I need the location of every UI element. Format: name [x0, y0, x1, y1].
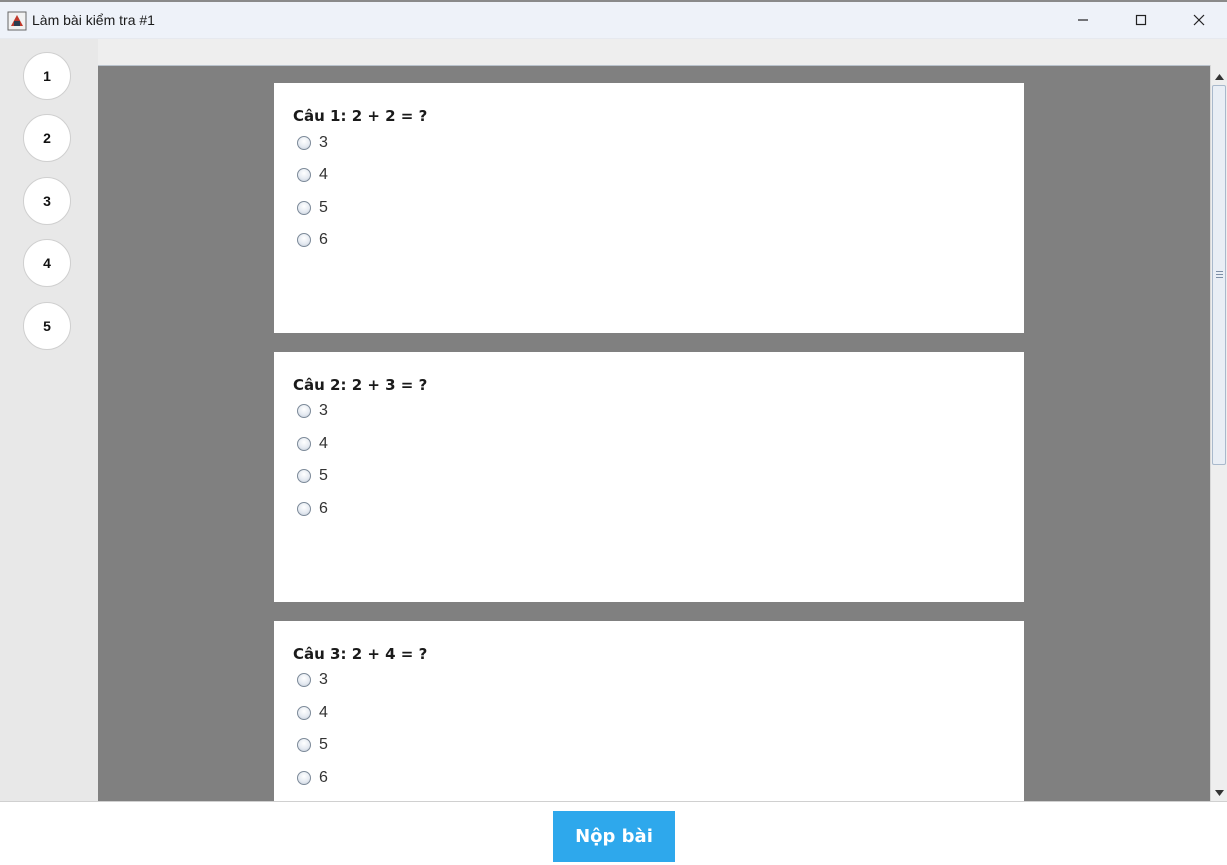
answer-label: 3 [319, 134, 328, 151]
question-card-2: Câu 2: 2 + 3 = ? 3 4 5 6 [274, 352, 1024, 602]
nav-question-1-button[interactable]: 1 [23, 52, 71, 100]
close-button[interactable] [1170, 2, 1227, 38]
answer-option[interactable]: 3 [297, 670, 328, 690]
answer-option[interactable]: 3 [297, 401, 328, 421]
answer-label: 3 [319, 402, 328, 419]
question-navigator: 1 2 3 4 5 [0, 39, 98, 801]
nav-question-5-button[interactable]: 5 [23, 302, 71, 350]
radio-button[interactable] [297, 404, 311, 418]
java-app-icon [7, 11, 27, 31]
answer-option[interactable]: 6 [297, 499, 328, 519]
radio-button[interactable] [297, 201, 311, 215]
answer-option[interactable]: 3 [297, 133, 328, 153]
nav-question-4-button[interactable]: 4 [23, 239, 71, 287]
window-title: Làm bài kiểm tra #1 [32, 12, 155, 28]
arrow-up-icon [1214, 65, 1224, 84]
radio-button[interactable] [297, 168, 311, 182]
answer-option[interactable]: 5 [297, 466, 328, 486]
footer-bar: Nộp bài [0, 801, 1227, 865]
questions-scroll-area[interactable]: Câu 1: 2 + 2 = ? 3 4 5 6 Câu 2: 2 + 3 = … [98, 65, 1210, 801]
vertical-scrollbar[interactable] [1210, 65, 1227, 801]
radio-button[interactable] [297, 673, 311, 687]
title-bar: Làm bài kiểm tra #1 [0, 2, 1227, 39]
nav-question-2-button[interactable]: 2 [23, 114, 71, 162]
scroll-down-button[interactable] [1211, 781, 1227, 799]
answer-label: 6 [319, 500, 328, 517]
question-card-1: Câu 1: 2 + 2 = ? 3 4 5 6 [274, 83, 1024, 333]
scrollbar-thumb[interactable] [1212, 85, 1226, 465]
maximize-button[interactable] [1112, 2, 1170, 38]
answer-option[interactable]: 6 [297, 768, 328, 788]
question-title: Câu 2: 2 + 3 = ? [293, 376, 428, 394]
answer-option[interactable]: 5 [297, 198, 328, 218]
answer-option[interactable]: 6 [297, 230, 328, 250]
answer-label: 5 [319, 736, 328, 753]
close-icon [1193, 11, 1205, 30]
answer-label: 6 [319, 769, 328, 786]
scroll-up-button[interactable] [1211, 65, 1227, 83]
radio-button[interactable] [297, 706, 311, 720]
answer-label: 4 [319, 435, 328, 452]
answer-label: 3 [319, 671, 328, 688]
radio-button[interactable] [297, 502, 311, 516]
radio-button[interactable] [297, 738, 311, 752]
answer-label: 5 [319, 199, 328, 216]
grip-line [1216, 277, 1223, 278]
question-title: Câu 3: 2 + 4 = ? [293, 645, 428, 663]
arrow-down-icon [1214, 781, 1224, 800]
radio-button[interactable] [297, 469, 311, 483]
minimize-button[interactable] [1054, 2, 1112, 38]
answer-option[interactable]: 4 [297, 434, 328, 454]
minimize-icon [1077, 11, 1089, 30]
grip-line [1216, 271, 1223, 272]
answer-label: 5 [319, 467, 328, 484]
answer-option[interactable]: 5 [297, 735, 328, 755]
question-card-3: Câu 3: 2 + 4 = ? 3 4 5 6 [274, 621, 1024, 801]
top-strip [0, 39, 1227, 65]
answer-option[interactable]: 4 [297, 703, 328, 723]
answer-label: 4 [319, 704, 328, 721]
submit-button[interactable]: Nộp bài [553, 811, 675, 862]
radio-button[interactable] [297, 233, 311, 247]
answer-label: 4 [319, 166, 328, 183]
radio-button[interactable] [297, 437, 311, 451]
radio-button[interactable] [297, 771, 311, 785]
nav-question-3-button[interactable]: 3 [23, 177, 71, 225]
question-title: Câu 1: 2 + 2 = ? [293, 107, 428, 125]
maximize-icon [1135, 11, 1147, 30]
answer-option[interactable]: 4 [297, 165, 328, 185]
grip-line [1216, 274, 1223, 275]
answer-label: 6 [319, 231, 328, 248]
radio-button[interactable] [297, 136, 311, 150]
